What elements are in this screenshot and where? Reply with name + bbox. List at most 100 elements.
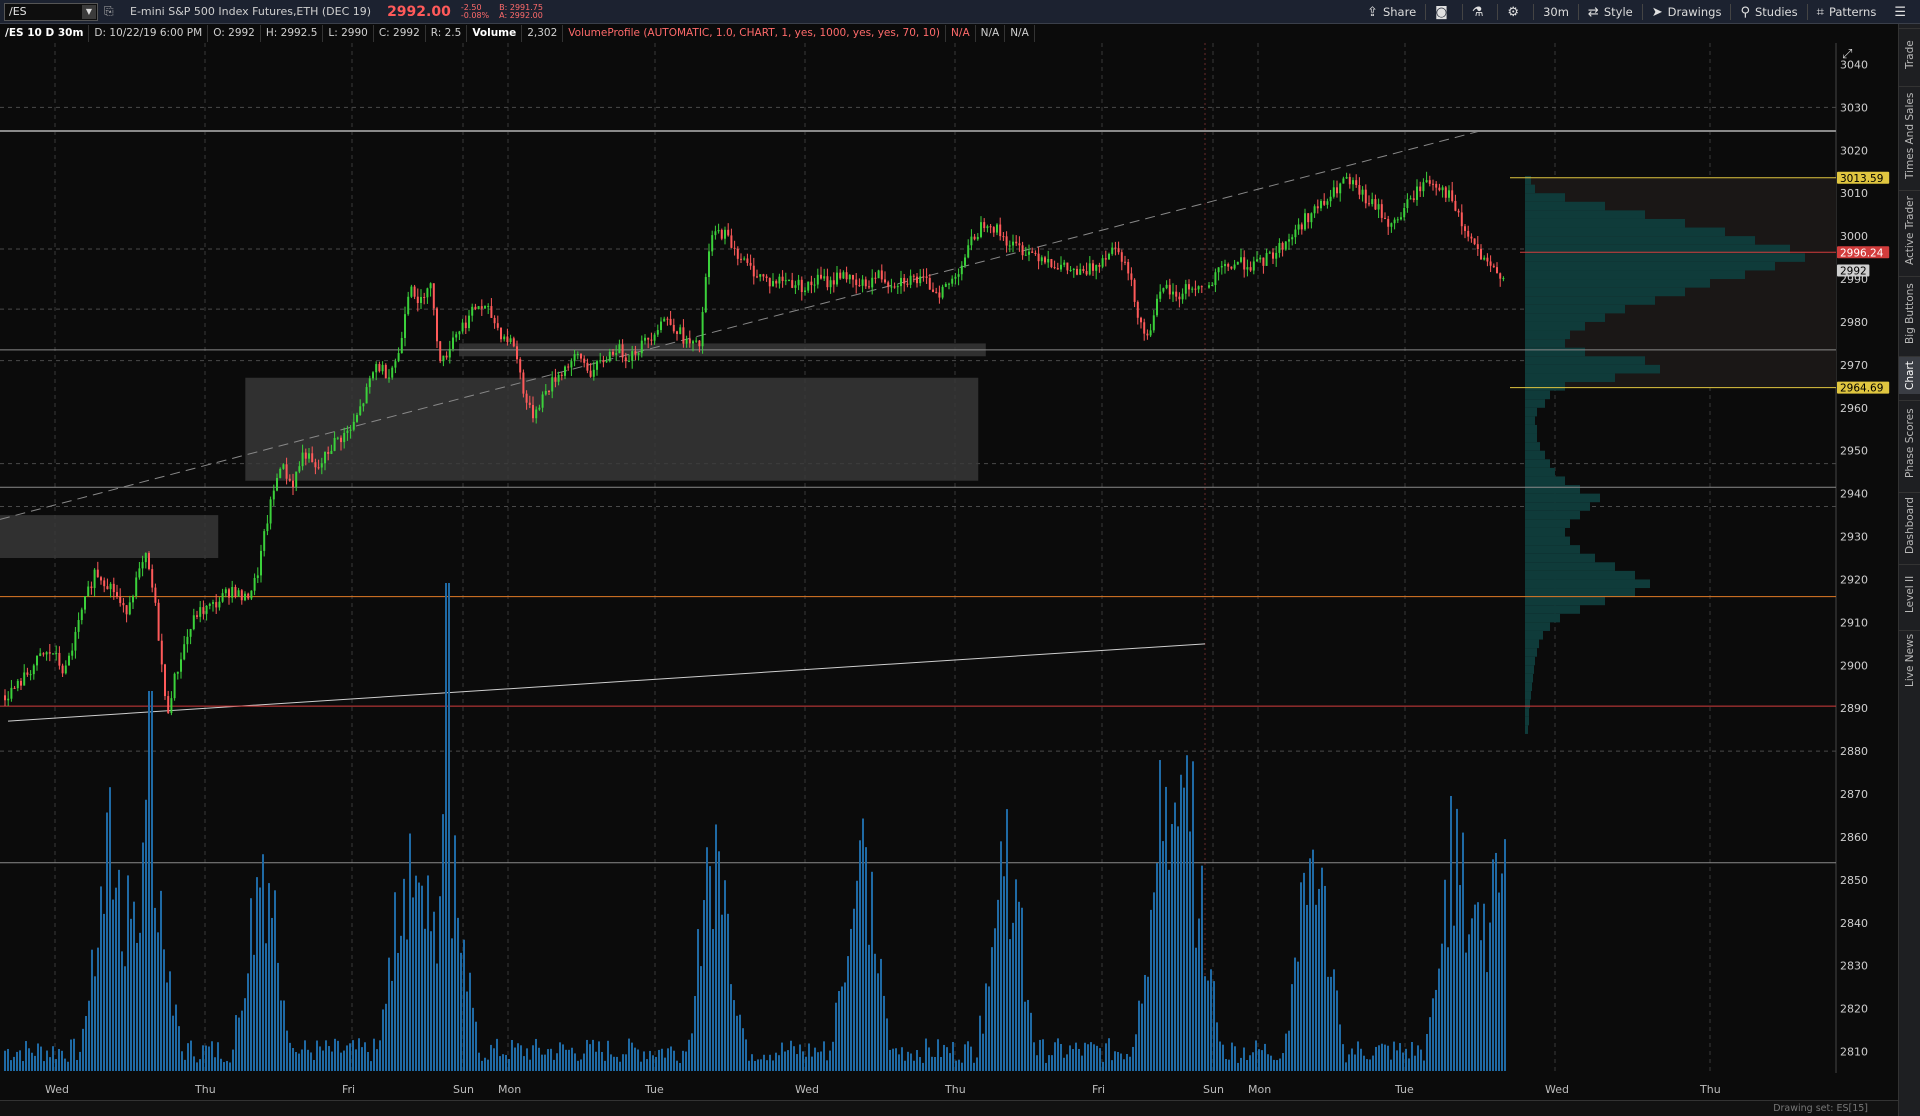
volume-profile-bar xyxy=(1525,321,1585,331)
price-chart[interactable]: Wed Thu Fri Sun Mon Tue Wed Thu Fri Sun Mon Tue Wed T… xyxy=(0,43,1898,1103)
volume-bar xyxy=(463,939,465,1071)
time-scrollbar[interactable]: Drawing set: ES[15] xyxy=(0,1100,1898,1116)
candle-body xyxy=(922,276,925,278)
volume-bar xyxy=(328,1046,330,1071)
candle-body xyxy=(992,227,995,233)
volume-bar xyxy=(325,1040,327,1071)
candle-body xyxy=(372,372,374,379)
snapshot-button[interactable]: ◙ xyxy=(1426,0,1462,24)
volume-bar xyxy=(1186,755,1188,1071)
flask-button[interactable]: ⚗ xyxy=(1463,0,1498,24)
volume-study-label[interactable]: Volume xyxy=(467,25,523,42)
candle-body xyxy=(618,344,621,354)
candle-body xyxy=(1368,203,1370,205)
volume-bar xyxy=(1372,1055,1374,1071)
candle-body xyxy=(407,296,410,315)
candle-body xyxy=(1444,187,1447,198)
link-icon[interactable]: ⎘ xyxy=(104,4,116,20)
side-tab-dashboard[interactable]: Dashboard xyxy=(1899,492,1920,558)
volume-bar xyxy=(1075,1042,1077,1071)
time-axis-label: Wed xyxy=(795,1083,819,1096)
volume-bar xyxy=(226,1060,228,1071)
candle-body xyxy=(20,680,22,686)
volume-bar xyxy=(1105,1043,1107,1071)
volume-bar xyxy=(946,1047,948,1071)
volume-bar xyxy=(1477,902,1479,1071)
candle-body xyxy=(4,695,6,701)
chevron-down-icon[interactable]: ▼ xyxy=(82,4,96,19)
candle-body xyxy=(26,672,29,675)
candle-body xyxy=(1473,238,1476,245)
candle-body xyxy=(266,523,269,532)
volume-bar xyxy=(364,1042,366,1071)
side-tab-active-trader[interactable]: Active Trader xyxy=(1899,190,1920,270)
timeframe-button[interactable]: 30m xyxy=(1534,0,1578,24)
volume-bar xyxy=(1357,1041,1359,1071)
candle-body xyxy=(967,245,970,258)
symbol-input[interactable]: /ES ▼ xyxy=(4,2,98,21)
settings-button[interactable]: ⚙ xyxy=(1498,0,1533,24)
side-tab-chart[interactable]: Chart xyxy=(1899,356,1920,394)
volume-bar xyxy=(994,928,996,1071)
volume-bar xyxy=(967,1041,969,1071)
volume-bar xyxy=(1156,862,1158,1071)
candle-body xyxy=(58,652,61,666)
volume-bar xyxy=(1177,826,1179,1071)
volume-bar xyxy=(406,939,408,1071)
candle-body xyxy=(71,650,74,656)
candle-body xyxy=(836,272,838,285)
supply-demand-zone xyxy=(245,377,979,481)
candle-body xyxy=(999,224,1002,237)
side-tab-live-news[interactable]: Live News xyxy=(1899,630,1920,690)
menu-button[interactable]: ☰ xyxy=(1885,0,1920,24)
price-axis-label: 3030 xyxy=(1840,101,1868,114)
volume-bar xyxy=(445,583,447,1071)
volume-profile-study[interactable]: VolumeProfile (AUTOMATIC, 1.0, CHART, 1,… xyxy=(563,25,947,42)
volume-bar xyxy=(1255,1040,1257,1071)
studies-button[interactable]: ⚲ Studies xyxy=(1731,0,1806,24)
volume-bar xyxy=(535,1038,537,1071)
candle-body xyxy=(1294,229,1297,238)
volume-bar xyxy=(397,952,399,1071)
volume-bar xyxy=(1402,1052,1404,1071)
volume-bar xyxy=(61,1050,63,1071)
candle-body xyxy=(551,377,554,392)
volume-bar xyxy=(1216,1022,1218,1071)
volume-bar xyxy=(1324,885,1326,1071)
volume-bar xyxy=(1132,1046,1134,1071)
time-axis-label: Mon xyxy=(1248,1083,1271,1096)
volume-bar xyxy=(1339,1024,1341,1071)
volume-bar xyxy=(1270,1055,1272,1071)
candle-body xyxy=(1470,236,1473,239)
patterns-button[interactable]: ⌗ Patterns xyxy=(1808,0,1886,24)
chart-id[interactable]: /ES 10 D 30m xyxy=(0,25,90,42)
volume-bar xyxy=(1093,1044,1095,1071)
volume-bar xyxy=(769,1054,771,1071)
style-button[interactable]: ⇄ Style xyxy=(1579,0,1642,24)
volume-bar xyxy=(265,943,267,1071)
candle-body xyxy=(964,257,966,266)
side-tab-level-ii[interactable]: Level II xyxy=(1899,564,1920,624)
candle-body xyxy=(135,577,138,597)
candle-body xyxy=(317,467,320,469)
share-button[interactable]: ⇪ Share xyxy=(1358,0,1425,24)
candle-body xyxy=(1217,267,1220,273)
candle-body xyxy=(1233,264,1236,269)
side-tab-times-and-sales[interactable]: Times And Sales xyxy=(1899,86,1920,184)
volume-bar xyxy=(886,1018,888,1071)
candle-body xyxy=(1243,257,1246,270)
candle-body xyxy=(244,593,246,601)
drawings-button[interactable]: ➤ Drawings xyxy=(1643,0,1731,24)
volume-profile-bar xyxy=(1525,347,1585,357)
side-tab-big-buttons[interactable]: Big Buttons xyxy=(1899,276,1920,350)
volume-bar xyxy=(436,963,438,1071)
bid-ask-group: B: 2991.75 A: 2992.00 xyxy=(499,3,543,20)
side-tab-trade[interactable]: Trade xyxy=(1899,28,1920,80)
candle-body xyxy=(1136,301,1139,318)
volume-bar xyxy=(1393,1041,1395,1071)
symbol-value: /ES xyxy=(9,4,27,18)
volume-bar xyxy=(826,1060,828,1071)
volume-bar xyxy=(1036,1055,1038,1071)
side-tab-phase-scores[interactable]: Phase Scores xyxy=(1899,400,1920,486)
candle-body xyxy=(586,362,589,371)
